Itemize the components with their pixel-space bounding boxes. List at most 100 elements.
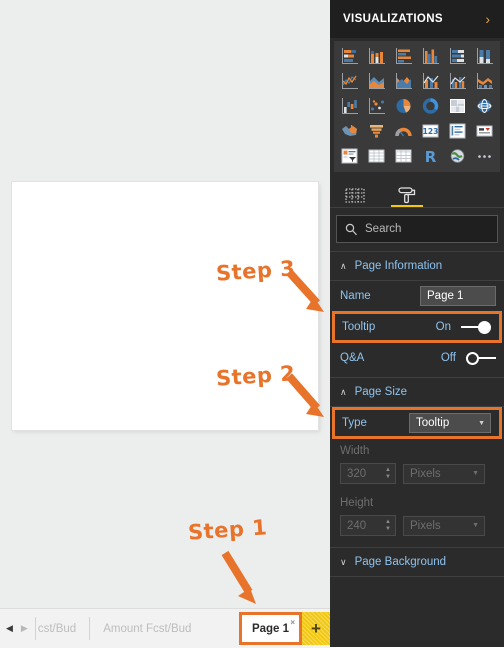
100-stacked-bar-chart-icon[interactable] [445, 44, 471, 68]
qna-state-label: Off [440, 352, 456, 364]
toggle-knob [478, 320, 491, 334]
tab-bar-spacer [204, 609, 239, 648]
page-tab-amount-fcst-bud[interactable]: Amount Fcst/Bud [90, 609, 204, 648]
line-chart-icon[interactable] [336, 69, 362, 93]
visual-type-gallery: 123 R [334, 41, 500, 172]
chevron-down-icon: ∨ [340, 556, 347, 567]
height-stepper[interactable]: 240 ▲ ▼ [340, 515, 396, 536]
stepper-down-icon: ▼ [385, 526, 391, 532]
qna-label: Q&A [340, 352, 365, 364]
type-label: Type [342, 417, 367, 429]
page-tab-bar: ◀ ▶ cst/Bud Amount Fcst/Bud Page 1 × + [0, 608, 330, 648]
waterfall-chart-icon[interactable] [336, 94, 362, 118]
dropdown-value: Pixels [410, 519, 441, 532]
section-header-page-background[interactable]: ∨ Page Background [330, 548, 504, 576]
search-placeholder: Search [365, 223, 402, 235]
property-row-qna: Q&A Off [330, 343, 504, 373]
tab-underline [391, 205, 423, 207]
width-stepper[interactable]: 320 ▲ ▼ [340, 463, 396, 484]
section-title: Page Size [354, 386, 408, 398]
height-unit-dropdown[interactable]: Pixels ▼ [403, 515, 485, 536]
stacked-bar-chart-icon[interactable] [336, 44, 362, 68]
slicer-icon[interactable] [336, 144, 362, 168]
search-icon [345, 223, 357, 235]
stepper-up-icon: ▲ [385, 467, 391, 473]
section-title: Page Background [354, 556, 447, 568]
property-group-width: Width 320 ▲ ▼ Pixels ▼ [330, 439, 504, 491]
tooltip-toggle-group: On [436, 320, 491, 334]
property-row-tooltip: Tooltip On [332, 311, 502, 343]
stepper-arrows[interactable]: ▲ ▼ [381, 467, 395, 480]
panel-divider [330, 207, 504, 208]
clustered-column-chart-icon[interactable] [417, 44, 443, 68]
width-unit-dropdown[interactable]: Pixels ▼ [403, 463, 485, 484]
funnel-icon[interactable] [363, 119, 389, 143]
line-and-stacked-column-chart-icon[interactable] [417, 69, 443, 93]
tab-nav-arrows: ◀ ▶ [0, 609, 35, 648]
ribbon-chart-icon[interactable] [472, 69, 498, 93]
tooltip-label: Tooltip [342, 321, 376, 333]
r-script-visual-icon[interactable]: R [417, 144, 443, 168]
clustered-bar-chart-icon[interactable] [390, 44, 416, 68]
stacked-area-chart-icon[interactable] [390, 69, 416, 93]
pie-chart-icon[interactable] [390, 94, 416, 118]
stepper-down-icon: ▼ [385, 474, 391, 480]
search-input[interactable]: Search [336, 215, 498, 243]
qna-toggle-group: Off [441, 351, 496, 365]
height-label: Height [340, 497, 374, 509]
panel-tab-strip [330, 177, 504, 207]
stacked-column-chart-icon[interactable] [363, 44, 389, 68]
multi-row-card-icon[interactable] [445, 119, 471, 143]
previous-page-arrow-icon[interactable]: ◀ [6, 624, 13, 633]
area-chart-icon[interactable] [363, 69, 389, 93]
page-title: VISUALIZATIONS [343, 13, 443, 25]
tooltip-state-label: On [435, 321, 451, 333]
qna-toggle[interactable] [466, 351, 496, 365]
gauge-icon[interactable] [390, 119, 416, 143]
property-row-name: Name Page 1 [330, 281, 504, 311]
name-label: Name [340, 290, 371, 302]
page-tab-page-1[interactable]: Page 1 × [239, 612, 302, 645]
filled-map-icon[interactable] [336, 119, 362, 143]
table-icon[interactable] [363, 144, 389, 168]
100-stacked-column-chart-icon[interactable] [472, 44, 498, 68]
section-header-page-size[interactable]: ∧ Page Size [330, 378, 504, 406]
add-page-button[interactable]: + [302, 612, 330, 645]
property-row-type: Type Tooltip ▼ [332, 407, 502, 439]
report-canvas[interactable] [12, 182, 318, 430]
page-name-input[interactable]: Page 1 [420, 286, 496, 306]
next-page-arrow-icon[interactable]: ▶ [21, 624, 28, 633]
arcgis-map-icon[interactable] [445, 144, 471, 168]
property-group-height: Height 240 ▲ ▼ Pixels ▼ [330, 491, 504, 543]
more-options-icon[interactable] [472, 144, 498, 168]
donut-chart-icon[interactable] [417, 94, 443, 118]
kpi-icon[interactable] [472, 119, 498, 143]
height-value: 240 [347, 519, 367, 532]
chevron-down-icon: ▼ [472, 522, 479, 529]
tab-underline [339, 205, 371, 207]
page-tab-fcst-bud[interactable]: cst/Bud [36, 609, 89, 648]
chevron-up-icon: ∧ [340, 260, 347, 271]
svg-text:123: 123 [423, 127, 439, 136]
close-icon[interactable]: × [290, 618, 295, 627]
fields-tab[interactable] [338, 177, 372, 207]
scatter-chart-icon[interactable] [363, 94, 389, 118]
card-icon[interactable]: 123 [417, 119, 443, 143]
chevron-down-icon: ▼ [472, 470, 479, 477]
toggle-knob [466, 351, 479, 365]
format-tab[interactable] [390, 177, 424, 207]
stepper-arrows[interactable]: ▲ ▼ [381, 519, 395, 532]
line-and-clustered-column-chart-icon[interactable] [445, 69, 471, 93]
page-size-type-dropdown[interactable]: Tooltip ▼ [409, 413, 491, 433]
dropdown-value: Tooltip [416, 417, 450, 429]
treemap-icon[interactable] [445, 94, 471, 118]
chevron-right-icon[interactable]: › [481, 10, 494, 28]
stepper-up-icon: ▲ [385, 519, 391, 525]
section-divider [330, 576, 504, 577]
tooltip-toggle[interactable] [461, 320, 491, 334]
visualizations-header: VISUALIZATIONS › [330, 0, 504, 38]
section-header-page-information[interactable]: ∧ Page Information [330, 252, 504, 280]
matrix-icon[interactable] [390, 144, 416, 168]
report-workspace [0, 0, 330, 608]
map-icon[interactable] [472, 94, 498, 118]
